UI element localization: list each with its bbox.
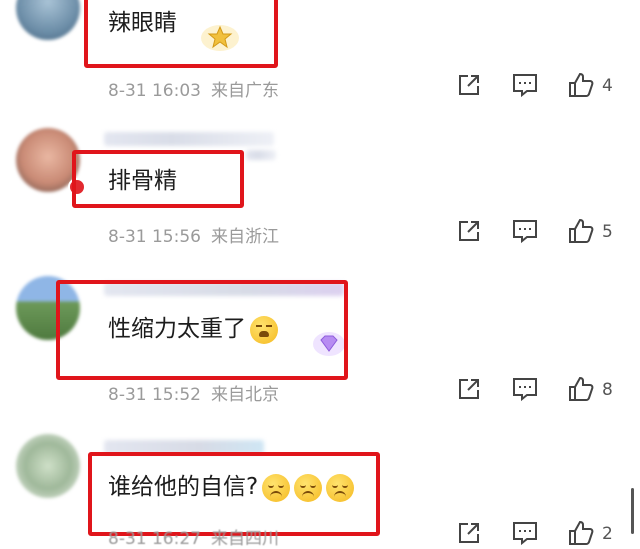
scrollbar[interactable] xyxy=(631,488,634,534)
comment-date: 8-31 16:27 xyxy=(108,529,201,549)
comment-item: 辣眼睛 8-31 16:03 来自广东 4 xyxy=(0,0,640,110)
comment-icon xyxy=(513,220,537,244)
share-button[interactable] xyxy=(454,70,484,100)
comment-button[interactable] xyxy=(510,518,540,548)
share-button[interactable] xyxy=(454,518,484,548)
thumbs-up-icon xyxy=(569,72,594,97)
comment-icon xyxy=(513,74,537,98)
share-icon xyxy=(459,379,479,399)
comment-icon xyxy=(513,378,537,402)
like-button[interactable] xyxy=(566,518,596,548)
comment-location: 来自浙江 xyxy=(210,227,279,247)
share-icon xyxy=(459,523,479,543)
comment-item: 性缩力太重了 8-31 15:52 来自北京 8 xyxy=(0,276,640,406)
like-button[interactable] xyxy=(566,70,596,100)
share-button[interactable] xyxy=(454,216,484,246)
share-icon xyxy=(459,75,479,95)
thumbs-up-icon xyxy=(569,520,594,545)
comment-location: 来自四川 xyxy=(210,529,279,549)
comment-date: 8-31 16:03 xyxy=(108,81,201,101)
like-button[interactable] xyxy=(566,216,596,246)
thumbs-up-icon xyxy=(569,376,594,401)
highlight-box xyxy=(84,0,278,68)
username[interactable] xyxy=(104,132,274,146)
share-button[interactable] xyxy=(454,374,484,404)
comment-button[interactable] xyxy=(510,374,540,404)
thumbs-up-icon xyxy=(569,218,594,243)
like-count: 4 xyxy=(602,76,613,96)
comment-item: 谁给他的自信? 8-31 16:27 来自四川 2 xyxy=(0,434,640,549)
comment-icon xyxy=(513,522,537,546)
highlight-box xyxy=(72,150,244,208)
highlight-box xyxy=(56,280,348,380)
comment-date: 8-31 15:52 xyxy=(108,385,201,405)
share-icon xyxy=(459,221,479,241)
comment-button[interactable] xyxy=(510,70,540,100)
comment-meta: 8-31 16:27 来自四川 xyxy=(108,524,279,549)
avatar[interactable] xyxy=(16,434,80,498)
like-button[interactable] xyxy=(566,374,596,404)
comment-location: 来自广东 xyxy=(210,81,279,101)
comment-meta: 8-31 15:56 来自浙江 xyxy=(108,222,279,247)
like-count: 2 xyxy=(602,524,613,544)
comment-location: 来自北京 xyxy=(210,385,279,405)
comment-date: 8-31 15:56 xyxy=(108,227,201,247)
comment-item: 排骨精 8-31 15:56 来自浙江 5 xyxy=(0,128,640,258)
like-count: 8 xyxy=(602,380,613,400)
avatar[interactable] xyxy=(16,0,80,40)
comment-meta: 8-31 16:03 来自广东 xyxy=(108,76,279,101)
comment-meta: 8-31 15:52 来自北京 xyxy=(108,380,279,405)
comment-button[interactable] xyxy=(510,216,540,246)
like-count: 5 xyxy=(602,222,613,242)
